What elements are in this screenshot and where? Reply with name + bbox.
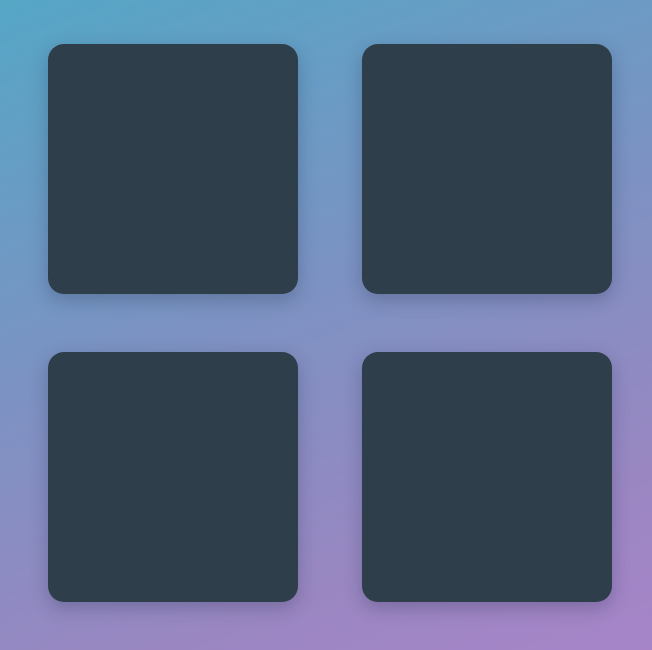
tile-bottom-right[interactable] [362, 352, 612, 602]
tile-top-left[interactable] [48, 44, 298, 294]
tile-bottom-left[interactable] [48, 352, 298, 602]
tile-top-right[interactable] [362, 44, 612, 294]
tile-grid [0, 0, 652, 650]
